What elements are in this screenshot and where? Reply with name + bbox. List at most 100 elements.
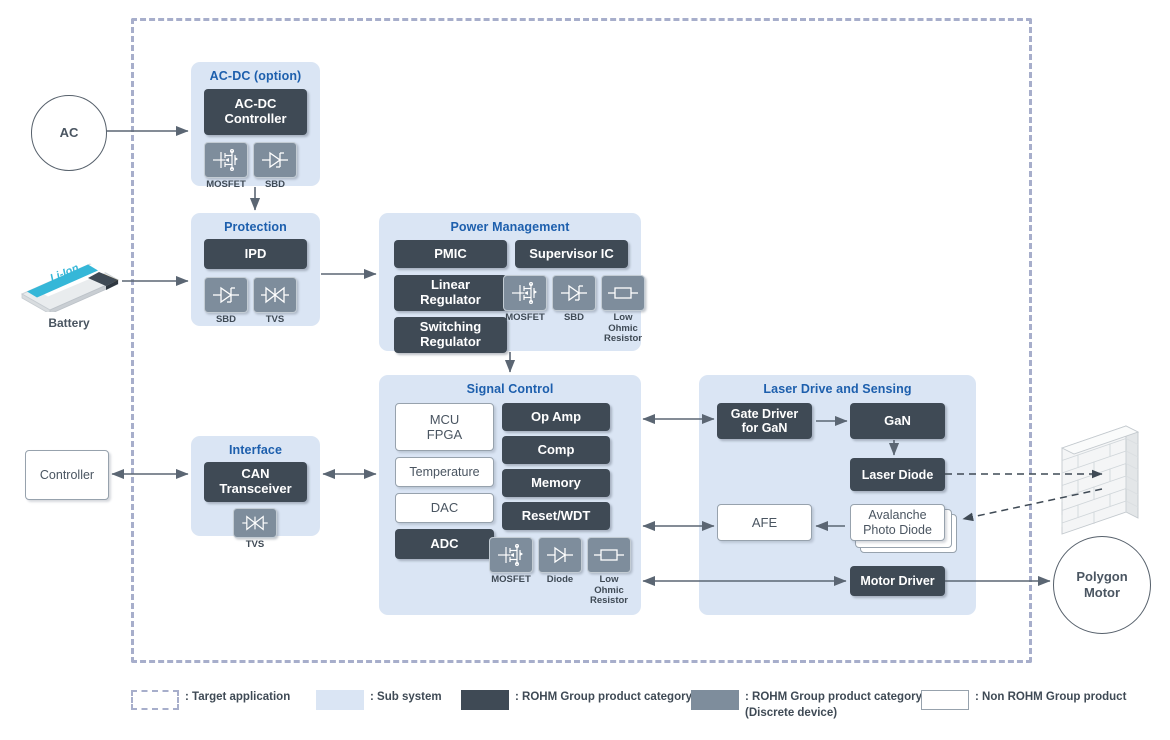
discrete-sc-resistor: Low Ohmic Resistor bbox=[587, 537, 631, 607]
subsystem-signal-control: Signal Control MCU FPGA Temperature DAC … bbox=[379, 375, 641, 615]
discrete-protection-sbd-label: SBD bbox=[215, 314, 237, 325]
subsystem-power-management: Power Management PMIC Supervisor IC Line… bbox=[379, 213, 645, 353]
diagram-canvas: AC Li-Ion Battery Controller AC-DC (opti… bbox=[0, 0, 1170, 740]
mosfet-icon bbox=[489, 537, 533, 573]
battery-label: Battery bbox=[48, 316, 90, 330]
block-gate-driver-line1: Gate Driver bbox=[730, 407, 799, 421]
discrete-protection-tvs-label: TVS bbox=[265, 314, 285, 325]
block-acdc-controller: AC-DC Controller bbox=[204, 89, 307, 135]
discrete-sc-resistor-line3: Resistor bbox=[589, 595, 628, 607]
controller-block: Controller bbox=[25, 450, 109, 500]
subsystem-acdc: AC-DC (option) AC-DC Controller MOSFET S… bbox=[191, 62, 320, 190]
legend-label-rohm-discrete-sub: (Discrete device) bbox=[745, 706, 838, 719]
polygon-motor-line1: Polygon bbox=[1076, 568, 1128, 584]
tvs-icon bbox=[253, 277, 297, 313]
block-apd-line2: Photo Diode bbox=[863, 522, 932, 537]
block-mcu-fpga: MCU FPGA bbox=[395, 403, 494, 451]
block-linear-regulator-line2: Regulator bbox=[420, 292, 481, 307]
block-adc: ADC bbox=[395, 529, 494, 559]
block-laser-diode: Laser Diode bbox=[850, 458, 945, 491]
tvs-icon bbox=[233, 508, 277, 538]
legend-item-sub-system: : Sub system bbox=[316, 690, 442, 710]
subsystem-protection: Protection IPD SBD TVS bbox=[191, 213, 320, 326]
block-afe: AFE bbox=[717, 504, 812, 541]
legend-label-rohm-discrete: : ROHM Group product category bbox=[745, 691, 922, 703]
discrete-pm-mosfet-label: MOSFET bbox=[505, 312, 545, 323]
block-can-transceiver-line2: Transceiver bbox=[219, 481, 292, 496]
subsystem-power-management-title: Power Management bbox=[450, 220, 570, 234]
discrete-pm-sbd: SBD bbox=[552, 275, 596, 324]
discrete-protection-sbd: SBD bbox=[204, 277, 248, 326]
legend-label-target-application: : Target application bbox=[185, 691, 291, 703]
block-temperature: Temperature bbox=[395, 457, 494, 487]
legend: : Target application : Sub system : ROHM… bbox=[131, 686, 1126, 730]
mosfet-icon bbox=[503, 275, 547, 311]
sbd-icon bbox=[552, 275, 596, 311]
legend-label-non-rohm: : Non ROHM Group product bbox=[975, 691, 1127, 703]
legend-swatch-dashed bbox=[131, 690, 179, 710]
discrete-acdc-mosfet-label: MOSFET bbox=[206, 179, 246, 190]
discrete-interface-tvs-label: TVS bbox=[245, 539, 265, 550]
block-avalanche-photo-diode: Avalanche Photo Diode bbox=[850, 504, 945, 541]
discrete-pm-resistor: Low Ohmic Resistor bbox=[601, 275, 645, 345]
block-switching-regulator-line1: Switching bbox=[419, 319, 482, 335]
legend-swatch-non-rohm bbox=[921, 690, 969, 710]
block-pmic: PMIC bbox=[394, 240, 507, 268]
block-supervisor-ic: Supervisor IC bbox=[515, 240, 628, 268]
ac-source: AC bbox=[31, 95, 107, 171]
battery-illustration: Li-Ion bbox=[14, 252, 124, 315]
legend-item-target-application: : Target application bbox=[131, 690, 290, 710]
subsystem-acdc-title: AC-DC (option) bbox=[209, 69, 302, 83]
discrete-acdc-sbd: SBD bbox=[253, 142, 297, 191]
polygon-motor: Polygon Motor bbox=[1053, 536, 1151, 634]
legend-item-non-rohm: : Non ROHM Group product bbox=[921, 690, 1126, 710]
block-mcu-fpga-line2: FPGA bbox=[426, 427, 463, 442]
polygon-motor-line2: Motor bbox=[1083, 585, 1121, 600]
block-memory: Memory bbox=[502, 469, 610, 497]
subsystem-protection-title: Protection bbox=[224, 220, 287, 234]
block-gate-driver-line2: for GaN bbox=[741, 421, 788, 435]
legend-label-sub-system: : Sub system bbox=[370, 691, 442, 703]
block-motor-driver: Motor Driver bbox=[850, 566, 945, 596]
discrete-sc-diode-label: Diode bbox=[546, 574, 574, 585]
discrete-acdc-sbd-label: SBD bbox=[264, 179, 286, 190]
subsystem-signal-control-title: Signal Control bbox=[466, 382, 554, 396]
block-ipd: IPD bbox=[204, 239, 307, 269]
subsystem-interface: Interface CAN Transceiver TVS bbox=[191, 436, 320, 550]
legend-item-rohm-product: : ROHM Group product category bbox=[461, 690, 692, 710]
subsystem-interface-title: Interface bbox=[228, 443, 282, 457]
discrete-sc-diode: Diode bbox=[538, 537, 582, 586]
wall-illustration bbox=[1056, 420, 1146, 540]
discrete-sc-resistor-label: Low Ohmic Resistor bbox=[587, 574, 631, 607]
block-mcu-fpga-line1: MCU bbox=[429, 411, 460, 427]
subsystem-laser-drive-title: Laser Drive and Sensing bbox=[763, 382, 912, 396]
block-linear-regulator-line1: Linear bbox=[430, 277, 470, 293]
block-linear-regulator: Linear Regulator bbox=[394, 275, 507, 311]
diode-icon bbox=[538, 537, 582, 573]
block-dac: DAC bbox=[395, 493, 494, 523]
block-switching-regulator-line2: Regulator bbox=[420, 334, 481, 349]
legend-swatch-rohm bbox=[461, 690, 509, 710]
discrete-sc-mosfet-label: MOSFET bbox=[491, 574, 531, 585]
discrete-pm-mosfet: MOSFET bbox=[503, 275, 547, 324]
discrete-acdc-mosfet: MOSFET bbox=[204, 142, 248, 191]
block-gate-driver-for-gan: Gate Driver for GaN bbox=[717, 403, 812, 439]
discrete-sc-mosfet: MOSFET bbox=[489, 537, 533, 586]
legend-swatch-subsystem bbox=[316, 690, 364, 710]
discrete-interface-tvs: TVS bbox=[233, 508, 277, 551]
legend-swatch-discrete bbox=[691, 690, 739, 710]
block-switching-regulator: Switching Regulator bbox=[394, 317, 507, 353]
discrete-pm-resistor-line3: Resistor bbox=[603, 333, 642, 345]
ac-source-label: AC bbox=[59, 124, 79, 140]
block-acdc-controller-line2: Controller bbox=[224, 111, 287, 126]
discrete-pm-sbd-label: SBD bbox=[563, 312, 585, 323]
block-can-transceiver: CAN Transceiver bbox=[204, 462, 307, 502]
block-apd-line1: Avalanche bbox=[868, 507, 927, 522]
block-op-amp: Op Amp bbox=[502, 403, 610, 431]
discrete-pm-resistor-label: Low Ohmic Resistor bbox=[601, 312, 645, 345]
subsystem-laser-drive: Laser Drive and Sensing Gate Driver for … bbox=[699, 375, 976, 615]
resistor-icon bbox=[587, 537, 631, 573]
block-comp: Comp bbox=[502, 436, 610, 464]
discrete-protection-tvs: TVS bbox=[253, 277, 297, 326]
legend-label-rohm-product: : ROHM Group product category bbox=[515, 691, 692, 703]
